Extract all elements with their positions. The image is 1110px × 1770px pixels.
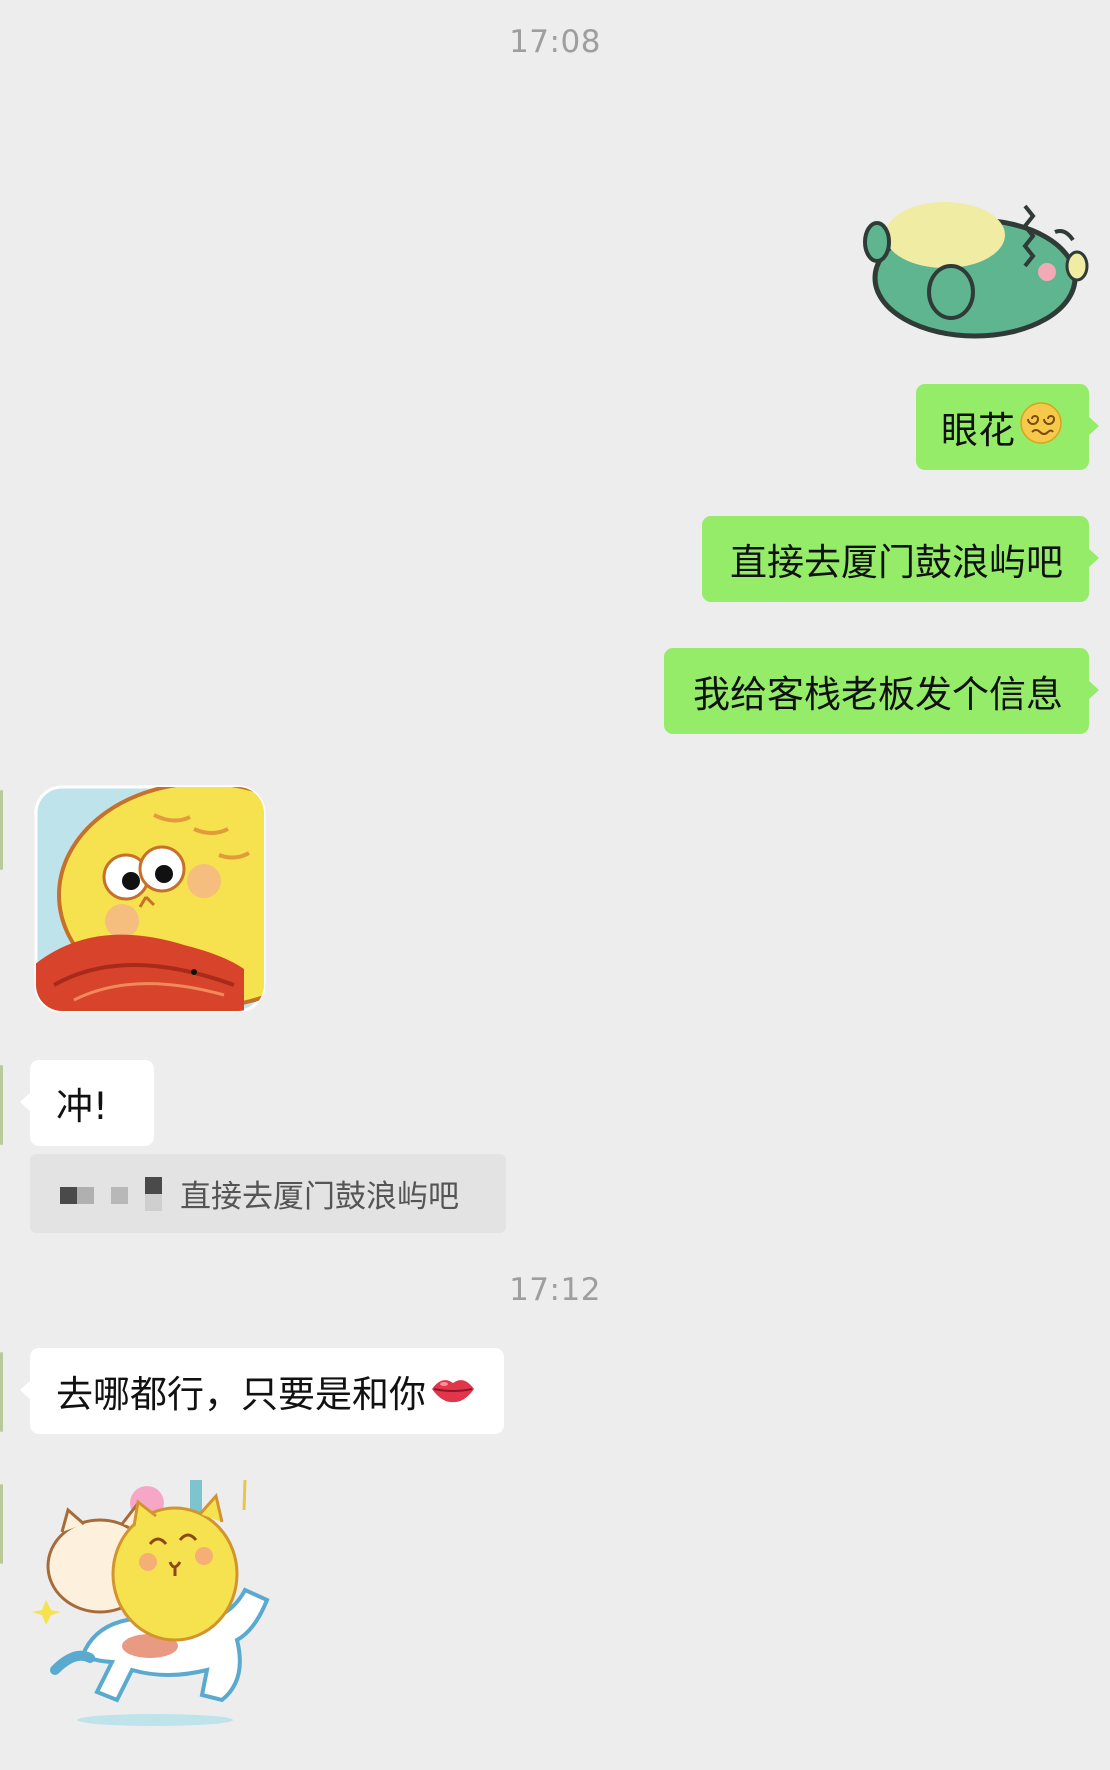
quote-text: 直接去厦门鼓浪屿吧 xyxy=(180,1179,459,1215)
my-message-bubble[interactable]: 直接去厦门鼓浪屿吧 xyxy=(702,516,1099,602)
cats-on-carousel-sticker[interactable] xyxy=(30,1470,280,1726)
message-text: 去哪都行，只要是和你 xyxy=(56,1373,426,1416)
my-message-bubble[interactable]: 我给客栈老板发个信息 xyxy=(664,648,1099,734)
timestamp: 17:08 xyxy=(509,24,601,60)
my-message-bubble[interactable]: 眼花 xyxy=(916,384,1099,470)
timestamp: 17:12 xyxy=(509,1272,601,1308)
message-text: 直接去厦门鼓浪屿吧 xyxy=(730,541,1063,584)
message-text: 我给客栈老板发个信息 xyxy=(693,673,1063,716)
yellow-cat-with-shrimp-sticker[interactable] xyxy=(34,785,266,1013)
blurred-sender-name xyxy=(60,1176,162,1211)
dizzy-face-emoji xyxy=(1019,401,1063,454)
message-text: 眼花 xyxy=(941,409,1015,452)
their-message-bubble[interactable]: 冲! xyxy=(20,1060,154,1146)
kiss-lips-emoji xyxy=(430,1370,476,1413)
their-message-bubble[interactable]: 去哪都行，只要是和你 xyxy=(20,1348,504,1434)
quoted-message[interactable]: 直接去厦门鼓浪屿吧 xyxy=(30,1154,506,1233)
message-text: 冲! xyxy=(56,1085,108,1128)
green-dinosaur-sticker[interactable] xyxy=(855,180,1095,340)
